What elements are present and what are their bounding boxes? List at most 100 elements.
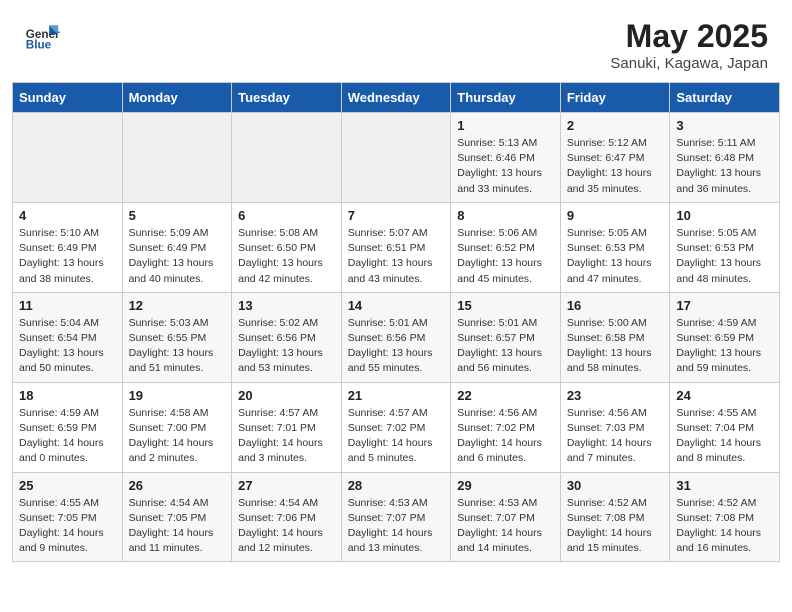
calendar-cell: 29 Sunrise: 4:53 AMSunset: 7:07 PMDayligh… xyxy=(451,472,561,562)
calendar-cell: 28Sunrise: 4:53 AMSunset: 7:07 PMDayligh… xyxy=(341,472,451,562)
calendar-cell: 1 Sunrise: 5:13 AMSunset: 6:46 PMDaylight… xyxy=(451,113,561,203)
cell-content: Sunrise: 5:07 AMSunset: 6:51 PMDaylight:… xyxy=(348,226,445,287)
calendar-cell: 10Sunrise: 5:05 AMSunset: 6:53 PMDayligh… xyxy=(670,202,780,292)
cell-content: Sunrise: 4:54 AMSunset: 7:06 PMDaylight:… xyxy=(238,496,335,557)
day-number: 18 xyxy=(19,388,116,403)
calendar-title: May 2025 xyxy=(610,18,768,55)
day-number: 31 xyxy=(676,478,773,493)
cell-content: Sunrise: 4:55 AMSunset: 7:05 PMDaylight:… xyxy=(19,496,116,557)
day-number: 3 xyxy=(676,118,773,133)
calendar-week-row: 18 Sunrise: 4:59 AMSunset: 6:59 PMDayligh… xyxy=(13,382,780,472)
cell-content: Sunrise: 4:59 AMSunset: 6:59 PMDaylight:… xyxy=(676,316,773,377)
calendar-cell xyxy=(13,113,123,203)
calendar-container: Sunday Monday Tuesday Wednesday Thursday… xyxy=(0,82,792,574)
calendar-cell: 18 Sunrise: 4:59 AMSunset: 6:59 PMDayligh… xyxy=(13,382,123,472)
calendar-cell: 14 Sunrise: 5:01 AMSunset: 6:56 PMDayligh… xyxy=(341,292,451,382)
calendar-cell: 3 Sunrise: 5:11 AMSunset: 6:48 PMDaylight… xyxy=(670,113,780,203)
col-tuesday: Tuesday xyxy=(232,83,342,113)
calendar-cell: 22Sunrise: 4:56 AMSunset: 7:02 PMDayligh… xyxy=(451,382,561,472)
day-number: 15 xyxy=(457,298,554,313)
calendar-cell: 11Sunrise: 5:04 AMSunset: 6:54 PMDayligh… xyxy=(13,292,123,382)
calendar-week-row: 1 Sunrise: 5:13 AMSunset: 6:46 PMDaylight… xyxy=(13,113,780,203)
calendar-cell: 9 Sunrise: 5:05 AMSunset: 6:53 PMDaylight… xyxy=(560,202,670,292)
day-number: 13 xyxy=(238,298,335,313)
calendar-location: Sanuki, Kagawa, Japan xyxy=(610,55,768,72)
day-number: 4 xyxy=(19,208,116,223)
calendar-cell: 5Sunrise: 5:09 AMSunset: 6:49 PMDaylight… xyxy=(122,202,232,292)
cell-content: Sunrise: 5:03 AMSunset: 6:55 PMDaylight:… xyxy=(129,316,226,377)
day-number: 19 xyxy=(129,388,226,403)
calendar-cell: 4 Sunrise: 5:10 AMSunset: 6:49 PMDaylight… xyxy=(13,202,123,292)
day-number: 28 xyxy=(348,478,445,493)
calendar-table: Sunday Monday Tuesday Wednesday Thursday… xyxy=(12,82,780,562)
calendar-cell: 17 Sunrise: 4:59 AMSunset: 6:59 PMDayligh… xyxy=(670,292,780,382)
cell-content: Sunrise: 4:53 AMSunset: 7:07 PMDaylight:… xyxy=(457,496,554,557)
col-wednesday: Wednesday xyxy=(341,83,451,113)
cell-content: Sunrise: 4:52 AMSunset: 7:08 PMDaylight:… xyxy=(567,496,664,557)
calendar-cell: 8 Sunrise: 5:06 AMSunset: 6:52 PMDaylight… xyxy=(451,202,561,292)
calendar-week-row: 4 Sunrise: 5:10 AMSunset: 6:49 PMDaylight… xyxy=(13,202,780,292)
day-number: 26 xyxy=(129,478,226,493)
calendar-cell: 12 Sunrise: 5:03 AMSunset: 6:55 PMDayligh… xyxy=(122,292,232,382)
cell-content: Sunrise: 5:06 AMSunset: 6:52 PMDaylight:… xyxy=(457,226,554,287)
day-number: 8 xyxy=(457,208,554,223)
calendar-cell: 31 Sunrise: 4:52 AMSunset: 7:08 PMDayligh… xyxy=(670,472,780,562)
day-number: 1 xyxy=(457,118,554,133)
day-number: 14 xyxy=(348,298,445,313)
calendar-header-row: Sunday Monday Tuesday Wednesday Thursday… xyxy=(13,83,780,113)
calendar-week-row: 11Sunrise: 5:04 AMSunset: 6:54 PMDayligh… xyxy=(13,292,780,382)
page-header: General Blue May 2025 Sanuki, Kagawa, Ja… xyxy=(0,0,792,82)
day-number: 25 xyxy=(19,478,116,493)
calendar-cell: 2 Sunrise: 5:12 AMSunset: 6:47 PMDaylight… xyxy=(560,113,670,203)
cell-content: Sunrise: 5:02 AMSunset: 6:56 PMDaylight:… xyxy=(238,316,335,377)
calendar-cell: 16Sunrise: 5:00 AMSunset: 6:58 PMDayligh… xyxy=(560,292,670,382)
cell-content: Sunrise: 4:54 AMSunset: 7:05 PMDaylight:… xyxy=(129,496,226,557)
cell-content: Sunrise: 5:10 AMSunset: 6:49 PMDaylight:… xyxy=(19,226,116,287)
col-friday: Friday xyxy=(560,83,670,113)
cell-content: Sunrise: 4:58 AMSunset: 7:00 PMDaylight:… xyxy=(129,406,226,467)
calendar-cell xyxy=(122,113,232,203)
col-monday: Monday xyxy=(122,83,232,113)
calendar-cell: 27 Sunrise: 4:54 AMSunset: 7:06 PMDayligh… xyxy=(232,472,342,562)
day-number: 11 xyxy=(19,298,116,313)
logo-icon: General Blue xyxy=(24,18,60,54)
calendar-cell: 24 Sunrise: 4:55 AMSunset: 7:04 PMDayligh… xyxy=(670,382,780,472)
cell-content: Sunrise: 4:52 AMSunset: 7:08 PMDaylight:… xyxy=(676,496,773,557)
calendar-cell: 19 Sunrise: 4:58 AMSunset: 7:00 PMDayligh… xyxy=(122,382,232,472)
day-number: 22 xyxy=(457,388,554,403)
calendar-cell xyxy=(341,113,451,203)
day-number: 2 xyxy=(567,118,664,133)
calendar-cell: 23Sunrise: 4:56 AMSunset: 7:03 PMDayligh… xyxy=(560,382,670,472)
col-thursday: Thursday xyxy=(451,83,561,113)
calendar-cell: 25 Sunrise: 4:55 AMSunset: 7:05 PMDayligh… xyxy=(13,472,123,562)
day-number: 24 xyxy=(676,388,773,403)
day-number: 27 xyxy=(238,478,335,493)
calendar-cell: 20Sunrise: 4:57 AMSunset: 7:01 PMDayligh… xyxy=(232,382,342,472)
cell-content: Sunrise: 5:01 AMSunset: 6:56 PMDaylight:… xyxy=(348,316,445,377)
day-number: 9 xyxy=(567,208,664,223)
svg-text:Blue: Blue xyxy=(26,39,52,52)
calendar-cell: 30Sunrise: 4:52 AMSunset: 7:08 PMDayligh… xyxy=(560,472,670,562)
col-saturday: Saturday xyxy=(670,83,780,113)
cell-content: Sunrise: 5:13 AMSunset: 6:46 PMDaylight:… xyxy=(457,136,554,197)
cell-content: Sunrise: 4:59 AMSunset: 6:59 PMDaylight:… xyxy=(19,406,116,467)
day-number: 20 xyxy=(238,388,335,403)
calendar-cell xyxy=(232,113,342,203)
day-number: 5 xyxy=(129,208,226,223)
cell-content: Sunrise: 4:57 AMSunset: 7:02 PMDaylight:… xyxy=(348,406,445,467)
cell-content: Sunrise: 4:56 AMSunset: 7:03 PMDaylight:… xyxy=(567,406,664,467)
day-number: 17 xyxy=(676,298,773,313)
day-number: 12 xyxy=(129,298,226,313)
cell-content: Sunrise: 5:11 AMSunset: 6:48 PMDaylight:… xyxy=(676,136,773,197)
day-number: 7 xyxy=(348,208,445,223)
cell-content: Sunrise: 4:55 AMSunset: 7:04 PMDaylight:… xyxy=(676,406,773,467)
calendar-cell: 7 Sunrise: 5:07 AMSunset: 6:51 PMDaylight… xyxy=(341,202,451,292)
cell-content: Sunrise: 5:12 AMSunset: 6:47 PMDaylight:… xyxy=(567,136,664,197)
cell-content: Sunrise: 5:01 AMSunset: 6:57 PMDaylight:… xyxy=(457,316,554,377)
day-number: 10 xyxy=(676,208,773,223)
day-number: 29 xyxy=(457,478,554,493)
calendar-cell: 26 Sunrise: 4:54 AMSunset: 7:05 PMDayligh… xyxy=(122,472,232,562)
calendar-week-row: 25 Sunrise: 4:55 AMSunset: 7:05 PMDayligh… xyxy=(13,472,780,562)
calendar-cell: 6Sunrise: 5:08 AMSunset: 6:50 PMDaylight… xyxy=(232,202,342,292)
cell-content: Sunrise: 5:05 AMSunset: 6:53 PMDaylight:… xyxy=(567,226,664,287)
